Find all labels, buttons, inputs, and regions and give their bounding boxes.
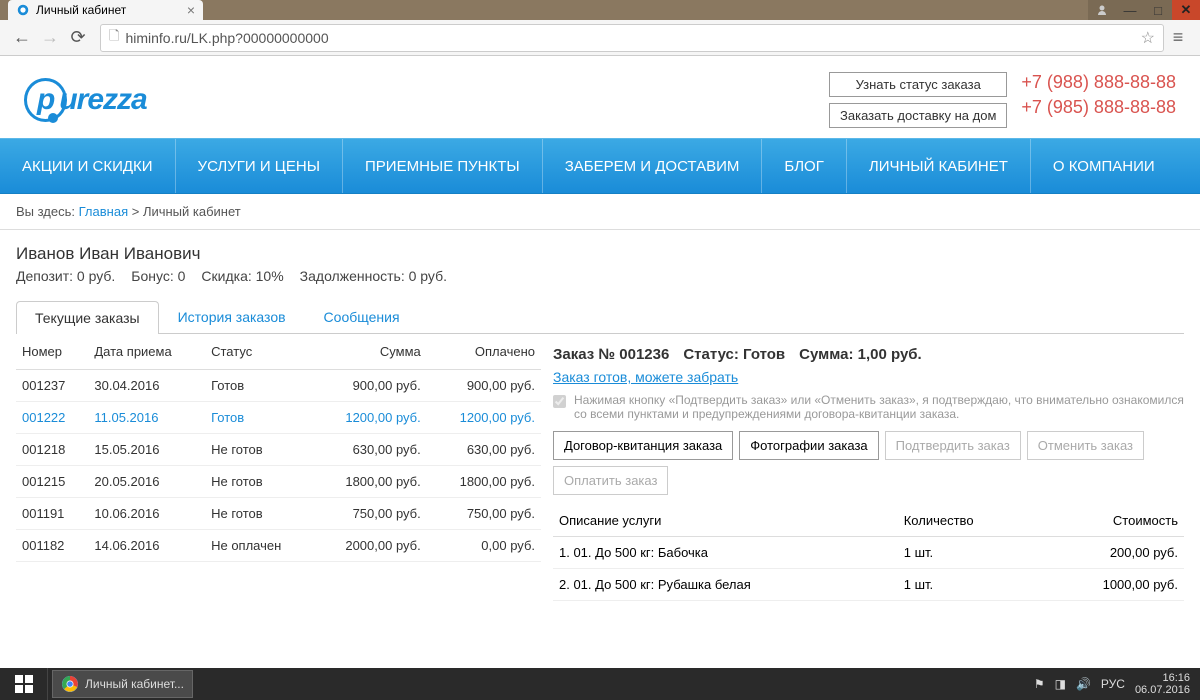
item-row: 2. 01. До 500 кг: Рубашка белая1 шт.1000… xyxy=(553,569,1184,601)
items-table: Описание услуги Количество Стоимость 1. … xyxy=(553,505,1184,601)
user-icon[interactable] xyxy=(1088,0,1116,20)
detail-sum: Сумма: 1,00 руб. xyxy=(799,346,922,363)
nav-blog[interactable]: БЛОГ xyxy=(762,139,846,193)
th-sum: Сумма xyxy=(313,334,427,370)
tray-flag-icon[interactable]: ⚑ xyxy=(1034,677,1045,691)
th-date: Дата приема xyxy=(88,334,205,370)
bookmark-star-icon[interactable]: ☆ xyxy=(1141,28,1155,48)
stat-discount: Скидка: 10% xyxy=(201,268,283,284)
system-tray: ⚑ ◨ 🔊 РУС 16:16 06.07.2016 xyxy=(1034,672,1200,696)
th-number: Номер xyxy=(16,334,88,370)
detail-status: Статус: Готов xyxy=(683,346,785,363)
taskbar: Личный кабинет... ⚑ ◨ 🔊 РУС 16:16 06.07.… xyxy=(0,668,1200,700)
cancel-button[interactable]: Отменить заказ xyxy=(1027,431,1144,460)
reload-icon[interactable]: ⟳ xyxy=(64,24,92,52)
confirm-button[interactable]: Подтвердить заказ xyxy=(885,431,1021,460)
maximize-icon[interactable]: □ xyxy=(1144,0,1172,20)
disclaimer-checkbox xyxy=(553,395,566,408)
th-status: Статус xyxy=(205,334,312,370)
stat-bonus: Бонус: 0 xyxy=(131,268,185,284)
tab-title: Личный кабинет xyxy=(36,3,126,17)
back-icon[interactable]: ← xyxy=(8,24,36,52)
tabs: Текущие заказы История заказов Сообщения xyxy=(16,300,1184,334)
item-row: 1. 01. До 500 кг: Бабочка1 шт.200,00 руб… xyxy=(553,537,1184,569)
tray-language[interactable]: РУС xyxy=(1101,677,1125,691)
page-content: ppurezzaurezza Узнать статус заказа Зака… xyxy=(0,56,1200,668)
phone-2[interactable]: +7 (985) 888-88-88 xyxy=(1021,97,1176,118)
nav-delivery[interactable]: ЗАБЕРЕМ И ДОСТАВИМ xyxy=(543,139,763,193)
taskbar-item[interactable]: Личный кабинет... xyxy=(52,670,193,698)
site-header: ppurezzaurezza Узнать статус заказа Зака… xyxy=(0,56,1200,138)
nav-promo[interactable]: АКЦИИ И СКИДКИ xyxy=(0,139,176,193)
tray-sound-icon[interactable]: 🔊 xyxy=(1076,677,1091,691)
order-delivery-button[interactable]: Заказать доставку на дом xyxy=(829,103,1007,128)
favicon-icon xyxy=(16,3,30,17)
nav-points[interactable]: ПРИЕМНЫЕ ПУНКТЫ xyxy=(343,139,543,193)
forward-icon[interactable]: → xyxy=(36,24,64,52)
site-logo[interactable]: ppurezzaurezza xyxy=(24,78,147,122)
pay-button[interactable]: Оплатить заказ xyxy=(553,466,668,495)
browser-titlebar: Личный кабинет × — □ ✕ xyxy=(0,0,1200,20)
nav-cabinet[interactable]: ЛИЧНЫЙ КАБИНЕТ xyxy=(847,139,1031,193)
minimize-icon[interactable]: — xyxy=(1116,0,1144,20)
phone-1[interactable]: +7 (988) 888-88-88 xyxy=(1021,72,1176,93)
browser-nav-toolbar: ← → ⟳ 🗋 himinfo.ru/LK.php?00000000000 ☆ … xyxy=(0,20,1200,56)
window-close-icon[interactable]: ✕ xyxy=(1172,0,1200,20)
tab-close-icon[interactable]: × xyxy=(187,2,195,18)
window-controls: — □ ✕ xyxy=(1088,0,1200,20)
ready-link[interactable]: Заказ готов, можете забрать xyxy=(553,369,1184,385)
page-icon: 🗋 xyxy=(109,27,119,49)
table-row[interactable]: 00119110.06.2016Не готов750,00 руб.750,0… xyxy=(16,498,541,530)
table-row[interactable]: 00122211.05.2016Готов1200,00 руб.1200,00… xyxy=(16,402,541,434)
browser-tab[interactable]: Личный кабинет × xyxy=(8,0,203,20)
nav-services[interactable]: УСЛУГИ И ЦЕНЫ xyxy=(176,139,343,193)
th-desc: Описание услуги xyxy=(553,505,898,537)
tab-messages[interactable]: Сообщения xyxy=(305,300,419,333)
table-row[interactable]: 00123730.04.2016Готов900,00 руб.900,00 р… xyxy=(16,370,541,402)
disclaimer-text: Нажимая кнопку «Подтвердить заказ» или «… xyxy=(574,393,1184,421)
th-cost: Стоимость xyxy=(1036,505,1184,537)
start-button[interactable] xyxy=(0,668,48,700)
url-text: himinfo.ru/LK.php?00000000000 xyxy=(125,30,328,46)
tray-network-icon[interactable]: ◨ xyxy=(1055,677,1066,691)
table-row[interactable]: 00118214.06.2016Не оплачен2000,00 руб.0,… xyxy=(16,530,541,562)
user-name: Иванов Иван Иванович xyxy=(16,244,1184,264)
orders-table: Номер Дата приема Статус Сумма Оплачено … xyxy=(16,334,541,562)
th-paid: Оплачено xyxy=(427,334,541,370)
url-bar[interactable]: 🗋 himinfo.ru/LK.php?00000000000 ☆ xyxy=(100,24,1164,52)
order-detail: Заказ № 001236 Статус: Готов Сумма: 1,00… xyxy=(553,334,1184,601)
table-row[interactable]: 00121815.05.2016Не готов630,00 руб.630,0… xyxy=(16,434,541,466)
task-label: Личный кабинет... xyxy=(85,677,184,691)
table-row[interactable]: 00121520.05.2016Не готов1800,00 руб.1800… xyxy=(16,466,541,498)
user-stats: Депозит: 0 руб. Бонус: 0 Скидка: 10% Зад… xyxy=(16,268,1184,284)
tray-clock[interactable]: 16:16 06.07.2016 xyxy=(1135,672,1190,696)
stat-deposit: Депозит: 0 руб. xyxy=(16,268,115,284)
detail-order-number: Заказ № 001236 xyxy=(553,346,669,363)
tab-current-orders[interactable]: Текущие заказы xyxy=(16,301,159,334)
contract-button[interactable]: Договор-квитанция заказа xyxy=(553,431,733,460)
th-qty: Количество xyxy=(898,505,1036,537)
tab-history[interactable]: История заказов xyxy=(159,300,305,333)
photos-button[interactable]: Фотографии заказа xyxy=(739,431,878,460)
chrome-icon xyxy=(61,675,79,693)
nav-about[interactable]: О КОМПАНИИ xyxy=(1031,139,1177,193)
breadcrumb-home[interactable]: Главная xyxy=(79,204,128,219)
main-nav: АКЦИИ И СКИДКИ УСЛУГИ И ЦЕНЫ ПРИЕМНЫЕ ПУ… xyxy=(0,138,1200,194)
stat-debt: Задолженность: 0 руб. xyxy=(300,268,447,284)
check-status-button[interactable]: Узнать статус заказа xyxy=(829,72,1007,97)
chrome-menu-icon[interactable]: ≡ xyxy=(1164,27,1192,48)
breadcrumb: Вы здесь: Главная > Личный кабинет xyxy=(0,194,1200,230)
